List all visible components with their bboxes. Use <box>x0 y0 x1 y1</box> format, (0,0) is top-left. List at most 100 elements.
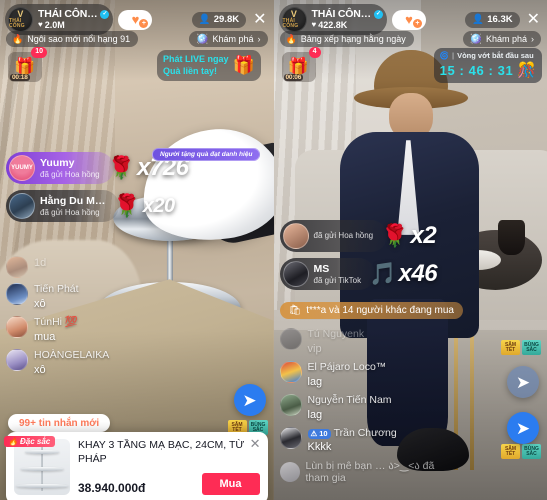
chat-body: TúnHi 💯 mua <box>34 316 78 344</box>
discover-pill-left[interactable]: 🪩 Khám phá › <box>189 31 268 47</box>
share-button-left[interactable]: ➤ <box>233 384 266 416</box>
chat-text: xô <box>34 297 46 310</box>
tet-sticker-group-right-bottom[interactable]: SĂM TẾT BÙNG SẮC <box>501 444 541 459</box>
share-button-right[interactable]: ➤ <box>507 412 539 444</box>
follow-button[interactable]: ♥ + <box>118 9 153 30</box>
chat-avatar[interactable] <box>279 328 302 350</box>
chat-avatar[interactable] <box>279 393 302 416</box>
tet-sticker-line2: SẮC <box>526 450 537 457</box>
chat-message[interactable]: TúnHi 💯 mua <box>6 315 156 344</box>
level-icon: ⚠ <box>310 428 318 438</box>
close-icon[interactable]: ✕ <box>525 11 542 28</box>
buy-button[interactable]: Mua <box>201 473 260 495</box>
join-notification[interactable]: Lùn bị mê bạn … ა>‿<ა đã tham gia <box>279 459 450 484</box>
host-like-count: ♥ 2.0M <box>38 20 109 30</box>
product-close-icon[interactable]: ✕ <box>250 437 261 450</box>
tet-sticker-line2: TẾT <box>505 450 516 457</box>
share-arrow-icon: ➤ <box>242 390 257 410</box>
go-live-promo-banner[interactable]: Phát LIVE ngay Quà liền tay! 🎁 <box>157 50 261 82</box>
chat-message[interactable]: Nguyễn Tiến Nam lag <box>279 393 450 422</box>
chat-body: HOÀNGELAIKA xô <box>34 349 109 377</box>
discover-pill-right[interactable]: 🪩 Khám phá › <box>462 31 541 47</box>
gift-text: đã gửi Hoa hồng <box>314 231 374 241</box>
tet-sticker-group-right-top[interactable]: SĂM TẾT BÙNG SẮC <box>501 340 541 355</box>
spiral-icon: 🌀 <box>439 51 449 60</box>
treasure-box-widget-right[interactable]: 🎁 4 00:06 <box>281 47 321 82</box>
gift-notification-stack-left: YUUMY Yuumy đã gửi Hoa hồng 🌹 x726 Hằng … <box>6 152 189 228</box>
gift-notification[interactable]: MS đã gửi TikTok 🎵 x46 <box>279 258 438 290</box>
join-notification-text: Lùn bị mê bạn … ა>‿<ა đã tham gia <box>305 459 435 484</box>
chat-username: Nguyễn Tiến Nam <box>307 393 392 406</box>
share-arrow-icon: ➤ <box>515 418 531 438</box>
chat-username: Tiến Phát <box>34 283 79 295</box>
gift-action-label: đã gửi Hoa hồng <box>40 169 100 179</box>
product-card[interactable]: 🔥 Đặc sắc KHAY 3 TẦNG MẠ BẠC, 24CM, TỪ P… <box>4 432 268 500</box>
tet-sticker-yellow[interactable]: SĂM TẾT <box>501 340 520 355</box>
chat-avatar[interactable] <box>6 256 28 278</box>
gift-action-label: đã gửi TikTok <box>313 275 362 285</box>
chat-avatar[interactable] <box>6 348 28 371</box>
chat-username: TúnHi 💯 <box>34 315 78 328</box>
treasure-box-inner: 🎁 4 00:06 <box>281 47 321 82</box>
like-count-value: 2.0M <box>44 20 65 31</box>
host-avatar[interactable]: V THÁI CÔNG <box>8 7 33 32</box>
chat-text: mua <box>34 330 56 343</box>
gift-notification[interactable]: Hằng Du M… đã gửi Hoa hồng 🌹 x20 <box>6 190 188 222</box>
product-thumbnail[interactable] <box>14 439 70 495</box>
chat-body: El Pájaro Loco™ lag <box>308 361 387 389</box>
host-avatar[interactable]: V THÁI CÔNG <box>281 7 307 32</box>
gifter-avatar[interactable] <box>282 261 309 287</box>
countdown-widget[interactable]: 🌀 | Vòng vớt bắt đầu sau 15 : 46 : 31 🎊 <box>433 48 542 83</box>
chevron-right-icon: › <box>531 34 534 44</box>
chat-avatar[interactable] <box>6 315 28 338</box>
avatar-subtext: THÁI CÔNG <box>282 18 299 29</box>
chat-list-right[interactable]: Tú Nguyenk vip El Pájaro Loco™ lag Nguyễ… <box>279 328 450 484</box>
gifter-avatar[interactable]: YUUMY <box>9 155 35 181</box>
purchase-ticker[interactable]: 🛍 t***a và 14 người khác đang mua <box>279 302 463 319</box>
level-value: 10 <box>319 428 328 438</box>
rank-pill-left[interactable]: 🔥 Ngôi sao mới nổi hạng 91 <box>6 31 139 47</box>
gift-notification[interactable]: đã gửi Hoa hồng 🌹 x2 <box>279 220 438 252</box>
tet-sticker-teal[interactable]: BÙNG SẮC <box>522 340 541 355</box>
tet-sticker-yellow[interactable]: SĂM TẾT <box>501 444 520 459</box>
viewer-count-chip[interactable]: 👤 16.3K <box>465 11 520 28</box>
tiktok-note-icon: 🎵 <box>369 261 397 286</box>
tet-sticker-teal[interactable]: BÙNG SẮC <box>522 444 541 459</box>
product-bottom-row: 38.940.000đ Mua <box>78 473 260 495</box>
chat-avatar[interactable] <box>6 283 28 305</box>
promo-gift-icon: 🎁 <box>232 55 255 76</box>
chat-avatar[interactable] <box>279 426 302 449</box>
gift-multiplier: x46 <box>398 260 438 287</box>
coffee-cup-shape <box>497 220 526 255</box>
gifter-avatar[interactable] <box>282 223 309 249</box>
gift-multiplier: x20 <box>142 194 175 217</box>
join-avatar[interactable] <box>279 461 300 482</box>
chat-message[interactable]: Tiến Phát xô <box>6 283 156 311</box>
chat-message[interactable]: ⚠ 10 Trần Chương Kkkk <box>279 426 450 455</box>
chat-avatar[interactable] <box>279 360 302 383</box>
gifter-avatar[interactable] <box>9 193 35 219</box>
chat-message[interactable]: 1d <box>6 256 156 278</box>
chat-message[interactable]: Tú Nguyenk vip <box>279 328 450 356</box>
chat-username: Trần Chương <box>333 426 397 439</box>
person-icon: 👤 <box>198 14 211 25</box>
share-button-ghost-right[interactable]: ➤ <box>507 366 539 398</box>
chat-list-left[interactable]: 1d Tiến Phát xô TúnHi 💯 mua HOÀNGELAIKA … <box>6 256 156 382</box>
chat-message[interactable]: El Pájaro Loco™ lag <box>279 360 450 389</box>
new-messages-pill-left[interactable]: 99+ tin nhắn mới <box>8 414 111 432</box>
product-price: 38.940.000đ <box>78 481 146 495</box>
chat-message[interactable]: HOÀNGELAIKA xô <box>6 348 156 377</box>
plus-icon: + <box>139 18 149 28</box>
chat-text: lag <box>307 375 323 388</box>
share-arrow-icon: ➤ <box>515 372 531 392</box>
gift-notification-stack-right: đã gửi Hoa hồng 🌹 x2 MS đã gửi TikTok 🎵 … <box>279 220 438 296</box>
host-name: THÁI CÔN… <box>38 7 98 20</box>
live-panel-left: V THÁI CÔNG THÁI CÔN… ✓ ♥ 2.0M ♥ + 👤 29.… <box>0 0 274 500</box>
host-like-count: ♥ 422.8K <box>312 20 383 30</box>
follow-button[interactable]: ♥ + <box>391 9 426 30</box>
rank-pill-right[interactable]: 🔥 Bảng xếp hạng hằng ngày <box>279 31 414 47</box>
treasure-box-widget-left[interactable]: 🎁 10 00:18 <box>8 47 47 82</box>
viewer-count-chip[interactable]: 👤 29.8K <box>191 11 247 28</box>
product-title: KHAY 3 TẦNG MẠ BẠC, 24CM, TỪ PHÁP <box>78 439 245 465</box>
close-icon[interactable]: ✕ <box>251 11 268 28</box>
